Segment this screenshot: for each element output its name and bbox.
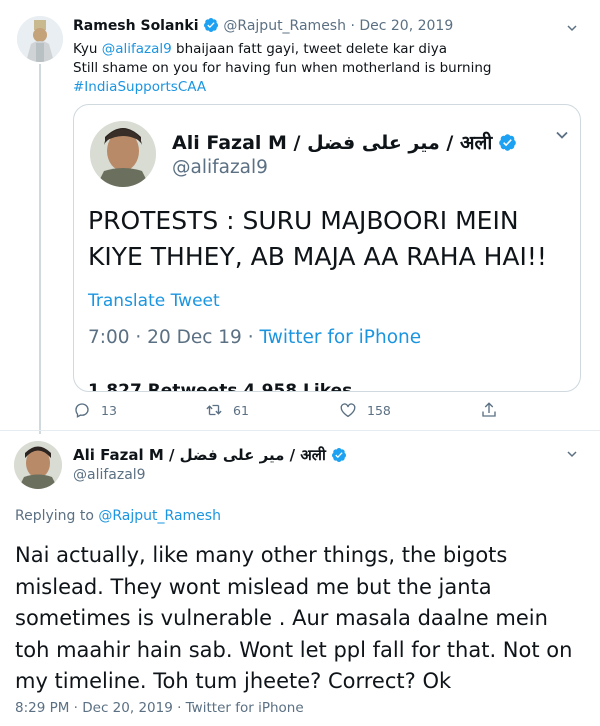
top-tweet-handle[interactable]: @Rajput_Ramesh (223, 18, 346, 34)
top-tweet-author-name[interactable]: Ramesh Solanki (73, 18, 199, 34)
avatar-ali-fazal[interactable] (14, 441, 62, 489)
translate-tweet-link[interactable]: Translate Tweet (88, 291, 220, 311)
share-action[interactable] (480, 401, 498, 419)
verified-badge-icon (499, 134, 517, 151)
top-tweet-header: Ramesh Solanki @Rajput_Ramesh · Dec 20, … (73, 17, 453, 34)
reply-author-name[interactable]: Ali Fazal M / میر علی فضل / अली (73, 446, 326, 464)
reply-author-handle[interactable]: @alifazal9 (73, 467, 146, 483)
quoted-author-handle[interactable]: @alifazal9 (172, 157, 268, 178)
verified-badge-icon (331, 448, 346, 462)
like-count: 158 (367, 402, 391, 418)
top-tweet-date[interactable]: Dec 20, 2019 (359, 18, 453, 34)
reply-icon[interactable] (73, 401, 91, 419)
chevron-down-icon[interactable] (564, 446, 580, 462)
verified-badge-icon (203, 18, 218, 32)
replying-to-label: Replying to (15, 508, 99, 524)
avatar-ali-fazal-quoted[interactable] (90, 121, 156, 187)
chevron-down-icon[interactable] (564, 20, 580, 36)
like-icon[interactable] (339, 401, 357, 419)
like-action[interactable]: 158 (339, 401, 391, 419)
replying-to-mention[interactable]: @Rajput_Ramesh (98, 508, 221, 524)
avatar-ramesh[interactable] (17, 16, 63, 62)
reply-tweet-meta[interactable]: 8:29 PM · Dec 20, 2019 · Twitter for iPh… (15, 700, 304, 716)
top-tweet-text: Kyu @alifazal9 bhaijaan fatt gayi, tweet… (73, 40, 583, 97)
reply-tweet-text: Nai actually, like many other things, th… (15, 543, 573, 693)
quoted-tweet-stats[interactable]: 1,827 Retweets 4,958 Likes (88, 381, 352, 391)
quoted-tweet-text: PROTESTS : SURU MAJBOORI MEIN KIYE THHEY… (88, 206, 547, 271)
quoted-tweet-time[interactable]: 7:00 · 20 Dec 19 · (88, 327, 259, 348)
replying-to-line: Replying to @Rajput_Ramesh (15, 508, 221, 524)
share-icon[interactable] (480, 401, 498, 419)
mention-link[interactable]: @alifazal9 (102, 41, 172, 57)
quoted-tweet-header: Ali Fazal M / میر علی فضل / अली (172, 129, 517, 155)
reply-count: 13 (101, 402, 117, 418)
separator-dot: · (350, 18, 355, 34)
quoted-tweet-card[interactable]: Ali Fazal M / میر علی فضل / अली @alifaza… (73, 104, 581, 392)
thread-line (39, 64, 41, 434)
tweet-divider (0, 430, 600, 431)
retweet-action[interactable]: 61 (205, 401, 249, 419)
quoted-author-name[interactable]: Ali Fazal M / میر علی فضل / अली (172, 132, 492, 154)
quoted-tweet-source[interactable]: Twitter for iPhone (259, 327, 421, 348)
retweet-count: 61 (233, 402, 249, 418)
reply-tweet-header: Ali Fazal M / میر علی فضل / अली (73, 445, 347, 465)
quoted-tweet-timestamp: 7:00 · 20 Dec 19 · Twitter for iPhone (88, 327, 421, 348)
hashtag-link[interactable]: #IndiaSupportsCAA (73, 78, 583, 97)
top-tweet-line1-rest: bhaijaan fatt gayi, tweet delete kar diy… (171, 41, 447, 57)
retweet-icon[interactable] (205, 401, 223, 419)
chevron-down-icon[interactable] (552, 125, 572, 145)
reply-action[interactable]: 13 (73, 401, 117, 419)
top-tweet-line2: Still shame on you for having fun when m… (73, 60, 492, 76)
top-tweet-text-prefix: Kyu (73, 41, 102, 57)
